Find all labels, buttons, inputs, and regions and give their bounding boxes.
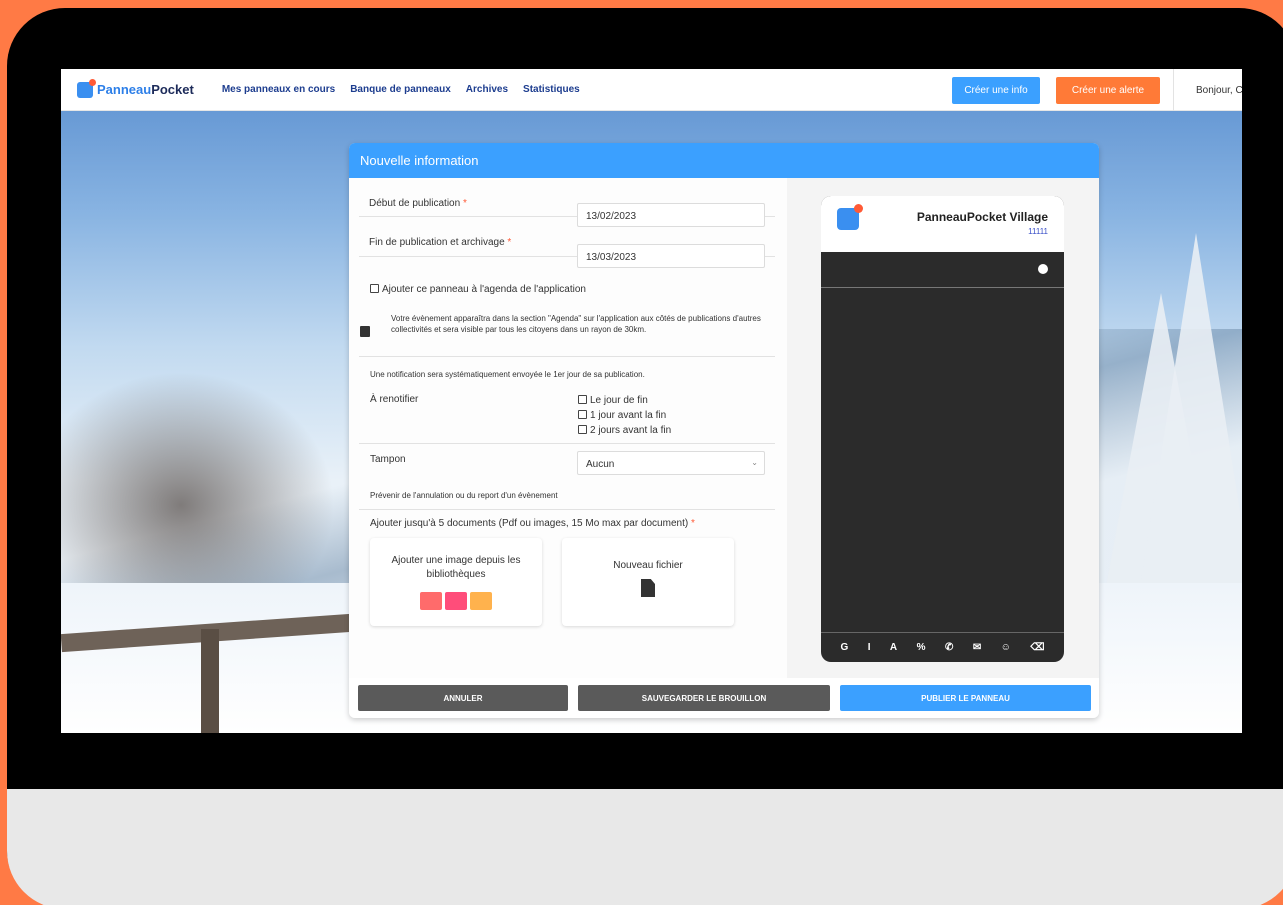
agenda-label: Ajouter ce panneau à l'agenda de l'appli… [382, 284, 586, 295]
emoji-toolbar-icon[interactable]: ☺ [1001, 642, 1011, 653]
publish-button[interactable]: PUBLIER LE PANNEAU [840, 685, 1091, 711]
cancel-button[interactable]: ANNULER [358, 685, 568, 711]
nav-banque-panneaux[interactable]: Banque de panneaux [350, 84, 451, 95]
agenda-checkbox[interactable] [370, 284, 379, 293]
background-tree [1136, 233, 1242, 613]
background-branches [61, 349, 361, 609]
create-alert-button[interactable]: Créer une alerte [1056, 77, 1160, 104]
renotify-label: À renotifier [370, 394, 419, 405]
chevron-down-icon: ⌄ [751, 458, 758, 467]
preview-title-field[interactable] [821, 252, 1064, 288]
notification-note: Une notification sera systématiquement e… [370, 370, 645, 379]
brand-logo[interactable]: PanneauPocket [77, 78, 194, 98]
library-image-label: Ajouter une image depuis les bibliothèqu… [391, 555, 521, 580]
start-date-row: Début de publication * 13/02/2023 [359, 178, 775, 227]
app-screen: PanneauPocket Mes panneaux en cours Banq… [61, 69, 1242, 733]
top-navbar: PanneauPocket Mes panneaux en cours Banq… [61, 69, 1242, 111]
bold-icon[interactable]: G [840, 642, 848, 653]
preview-header: PanneauPocket Village 11111 [821, 196, 1064, 252]
preview-title: PanneauPocket Village [916, 210, 1048, 224]
preview-subtitle: 11111 [1028, 227, 1048, 236]
renotify-divider [359, 408, 775, 444]
device-chin [7, 789, 1283, 905]
new-info-panel: Nouvelle information Début de publicatio… [349, 143, 1099, 718]
nav-archives[interactable]: Archives [466, 84, 508, 95]
stamp-divider [359, 468, 775, 510]
main-nav: Mes panneaux en cours Banque de panneaux… [222, 84, 580, 95]
eraser-icon[interactable]: ⌫ [1030, 642, 1044, 653]
nav-statistiques[interactable]: Statistiques [523, 84, 580, 95]
thumbnail-image [470, 592, 492, 610]
phone-icon[interactable]: ✆ [945, 642, 953, 653]
thumbnail-image [420, 592, 442, 610]
documents-label: Ajouter jusqu'à 5 documents (Pdf ou imag… [370, 518, 695, 529]
logo-icon [77, 78, 96, 98]
start-date-label: Début de publication * [369, 198, 467, 209]
panel-title: Nouvelle information [349, 143, 1099, 178]
stamp-label: Tampon [370, 454, 406, 465]
user-greeting[interactable]: Bonjour, C [1173, 69, 1242, 111]
nav-mes-panneaux[interactable]: Mes panneaux en cours [222, 84, 335, 95]
mail-icon[interactable]: ✉ [973, 642, 981, 653]
create-info-button[interactable]: Créer une info [952, 77, 1040, 104]
file-download-icon [641, 579, 655, 597]
renotify-end-day-checkbox[interactable] [578, 395, 587, 404]
font-icon[interactable]: A [890, 642, 897, 653]
end-date-label: Fin de publication et archivage * [369, 237, 512, 248]
form-actions: ANNULER SAUVEGARDER LE BROUILLON PUBLIER… [349, 678, 1099, 718]
save-draft-button[interactable]: SAUVEGARDER LE BROUILLON [578, 685, 830, 711]
end-date-row: Fin de publication et archivage * 13/03/… [359, 217, 775, 268]
logo-text: PanneauPocket [97, 82, 194, 97]
editor-toolbar: G I A % ✆ ✉ ☺ ⌫ [821, 632, 1064, 662]
preview-content-area[interactable] [821, 288, 1064, 632]
emoji-icon[interactable] [1038, 264, 1048, 274]
end-date-input[interactable]: 13/03/2023 [577, 244, 765, 268]
library-image-card[interactable]: Ajouter une image depuis les bibliothèqu… [370, 538, 542, 626]
renotify-end-day[interactable]: Le jour de fin [578, 393, 671, 408]
library-thumbnails [370, 592, 542, 610]
background-fence-post [201, 629, 219, 733]
new-file-card[interactable]: Nouveau fichier [562, 538, 734, 626]
info-form: Début de publication * 13/02/2023 Fin de… [349, 178, 787, 678]
agenda-option[interactable]: Ajouter ce panneau à l'agenda de l'appli… [370, 284, 586, 295]
agenda-divider [359, 327, 775, 357]
phone-preview: PanneauPocket Village 11111 G I A % ✆ ✉ … [821, 196, 1064, 662]
thumbnail-image [445, 592, 467, 610]
link-icon[interactable]: % [917, 642, 926, 653]
new-file-label: Nouveau fichier [613, 560, 683, 571]
preview-logo-icon [837, 204, 863, 230]
italic-icon[interactable]: I [868, 642, 871, 653]
